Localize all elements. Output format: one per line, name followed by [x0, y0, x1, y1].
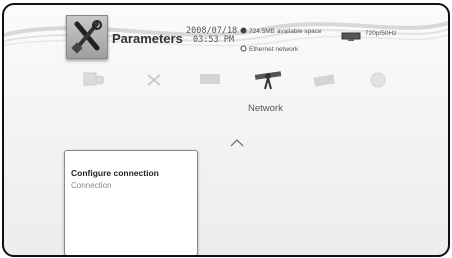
info-icon[interactable] [366, 71, 390, 89]
page-title: Parameters [112, 31, 183, 46]
satellite-icon[interactable] [253, 67, 283, 91]
resolution-text: 720p/50Hz [365, 30, 397, 37]
monitor-icon [341, 29, 361, 41]
network-text: Ethernet network [249, 46, 299, 53]
space-text: 724.5MB available space [249, 28, 322, 35]
console-icon[interactable] [82, 71, 106, 89]
tools-category-icon[interactable] [142, 71, 166, 89]
screen-frame: Parameters 2008/07/18 03:53 PM 724.5MB a… [2, 3, 450, 257]
time-text: 03:53 PM [193, 35, 234, 45]
keyboard-icon[interactable] [312, 71, 336, 89]
chevron-up-icon[interactable] [230, 134, 244, 147]
menu-item-title: Configure connection [71, 168, 159, 178]
display-icon[interactable] [198, 71, 222, 89]
space-info: 724.5MB available space [240, 27, 322, 35]
date-display: 2008/07/18 03:53 PM [186, 27, 237, 45]
tools-icon [66, 15, 108, 59]
network-info: Ethernet network [240, 45, 298, 53]
storage-icon [240, 27, 247, 34]
menu-item-configure-connection[interactable]: Configure connection Connection [64, 150, 198, 255]
network-icon [240, 45, 247, 52]
menu-item-subtitle: Connection [71, 181, 112, 190]
category-label: Network [248, 103, 283, 114]
